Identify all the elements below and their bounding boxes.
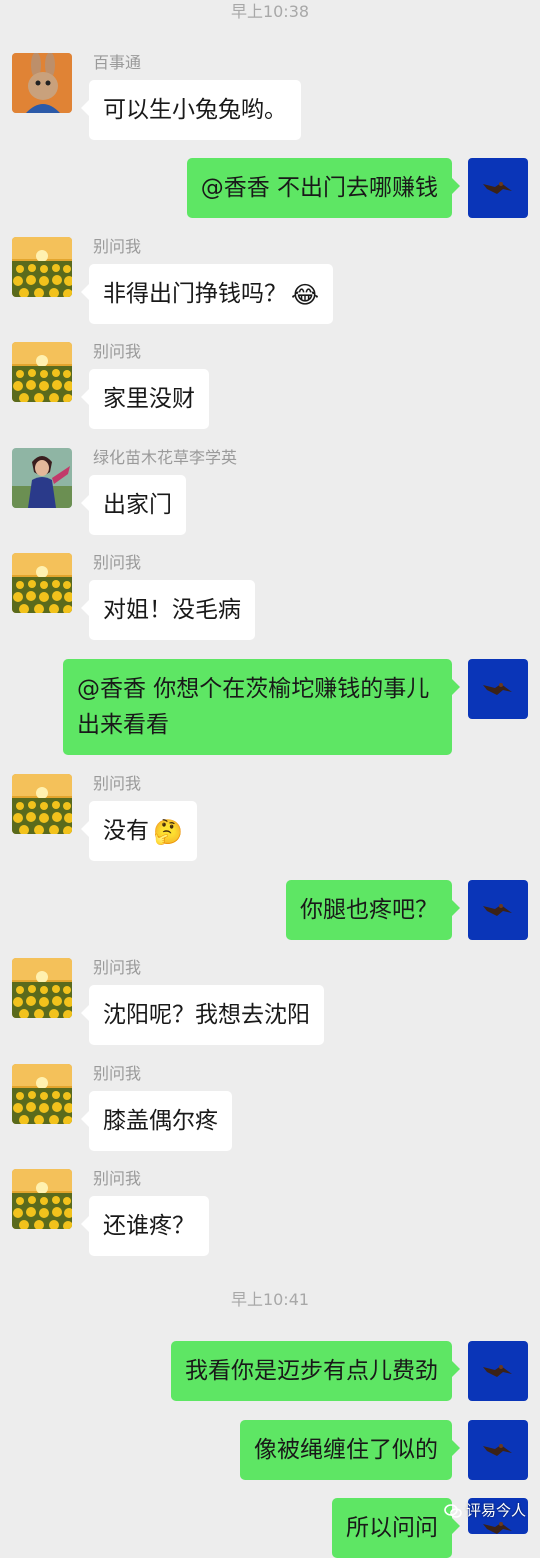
message-text: 沈阳呢？我想去沈阳	[103, 1002, 310, 1028]
message-bubble[interactable]: 家里没财	[81, 369, 209, 429]
sender-name: 别问我	[93, 774, 142, 793]
message-text: 膝盖偶尔疼	[103, 1108, 218, 1134]
avatar-sunflower[interactable]	[12, 1064, 72, 1124]
message-bubble[interactable]: 你腿也疼吧？	[286, 880, 460, 940]
sender-name: 别问我	[93, 553, 142, 572]
message-text: 我看你是迈步有点儿费劲	[185, 1358, 438, 1384]
message-bubble[interactable]: 可以生小兔兔哟。	[81, 80, 301, 140]
avatar-rabbit[interactable]	[12, 53, 72, 113]
avatar-sunflower[interactable]	[12, 553, 72, 613]
avatar-sunflower[interactable]	[12, 342, 72, 402]
message-bubble[interactable]: 沈阳呢？我想去沈阳	[81, 985, 324, 1045]
message-bubble[interactable]: @香香 你想个在茨榆坨赚钱的事儿出来看看	[63, 659, 460, 755]
message-bubble[interactable]: 像被绳缠住了似的	[240, 1420, 460, 1480]
message-text: @香香 不出门去哪赚钱	[200, 175, 438, 201]
message-bubble[interactable]: 膝盖偶尔疼	[81, 1091, 232, 1151]
sender-name: 别问我	[93, 958, 142, 977]
message-text: 对姐！没毛病	[103, 597, 241, 623]
message-bubble[interactable]: 非得出门挣钱吗？ 😂	[80, 264, 334, 324]
laughing-tears-emoji-icon: 😂	[291, 280, 320, 309]
sender-name: 别问我	[93, 1064, 142, 1083]
message-text: @香香 你想个在茨榆坨赚钱的事儿出来看看	[77, 676, 430, 738]
message-text: 家里没财	[103, 386, 195, 412]
message-text: 还谁疼？	[103, 1213, 195, 1239]
bird-icon	[468, 659, 528, 719]
message-text: 没有	[103, 818, 149, 844]
message-text: 可以生小兔兔哟。	[103, 97, 287, 123]
message-bubble[interactable]: 所以问问	[332, 1498, 460, 1558]
timestamp: 早上10:41	[230, 1290, 310, 1309]
bird-icon	[468, 158, 528, 218]
message-bubble[interactable]: 还谁疼？	[81, 1196, 209, 1256]
avatar-sunflower[interactable]	[12, 958, 72, 1018]
avatar-self[interactable]	[468, 880, 528, 940]
chat-area[interactable]: 早上10:38 百事通 可以生小兔兔哟。 @香香 不出门去哪赚钱 别问我 非得出…	[0, 0, 540, 1558]
avatar-sunflower[interactable]	[12, 1169, 72, 1229]
message-text: 像被绳缠住了似的	[254, 1437, 438, 1463]
avatar-sunflower[interactable]	[12, 237, 72, 297]
avatar-self[interactable]	[468, 659, 528, 719]
message-bubble[interactable]: @香香 不出门去哪赚钱	[186, 158, 461, 218]
message-bubble[interactable]: 对姐！没毛病	[81, 580, 255, 640]
watermark-text: 评易今人	[466, 1501, 527, 1520]
sender-name: 别问我	[93, 342, 142, 361]
avatar-self[interactable]	[468, 1341, 528, 1401]
message-bubble[interactable]: 没有 🤔	[81, 801, 197, 861]
timestamp: 早上10:38	[230, 2, 310, 21]
avatar-self[interactable]	[468, 158, 528, 218]
sender-name: 别问我	[93, 237, 142, 256]
message-text: 所以问问	[346, 1515, 438, 1541]
message-text: 你腿也疼吧？	[300, 897, 438, 923]
avatar-self[interactable]	[468, 1420, 528, 1480]
message-bubble[interactable]: 出家门	[81, 475, 186, 535]
message-text: 出家门	[103, 492, 172, 518]
sender-name: 百事通	[93, 53, 142, 72]
message-bubble[interactable]: 我看你是迈步有点儿费劲	[171, 1341, 460, 1401]
bird-icon	[468, 1341, 528, 1401]
wechat-channel-icon	[444, 1503, 462, 1518]
thinking-emoji-icon: 🤔	[153, 817, 183, 846]
avatar-woman[interactable]	[12, 448, 72, 508]
watermark: 评易今人	[444, 1497, 534, 1523]
message-text: 非得出门挣钱吗？	[103, 281, 287, 307]
avatar-sunflower[interactable]	[12, 774, 72, 834]
bird-icon	[468, 1420, 528, 1480]
bird-icon	[468, 880, 528, 940]
sender-name: 绿化苗木花草李学英	[93, 448, 238, 467]
sender-name: 别问我	[93, 1169, 142, 1188]
